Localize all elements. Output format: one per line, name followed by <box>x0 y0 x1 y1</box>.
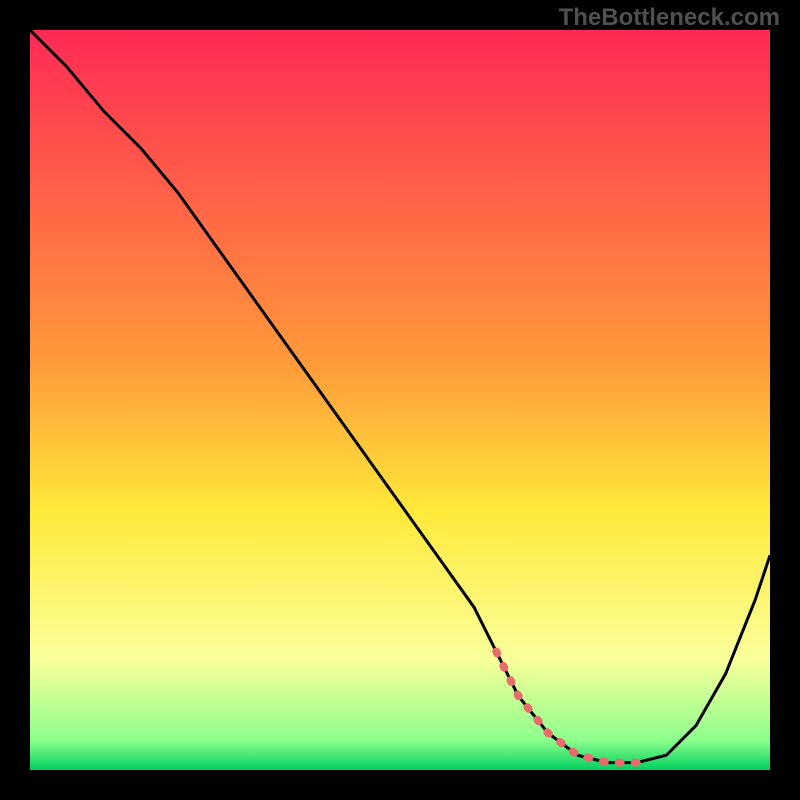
chart-svg <box>30 30 770 770</box>
plot-area <box>30 30 770 770</box>
chart-container: TheBottleneck.com <box>0 0 800 800</box>
watermark-text: TheBottleneck.com <box>559 4 780 32</box>
gradient-background <box>30 30 770 770</box>
